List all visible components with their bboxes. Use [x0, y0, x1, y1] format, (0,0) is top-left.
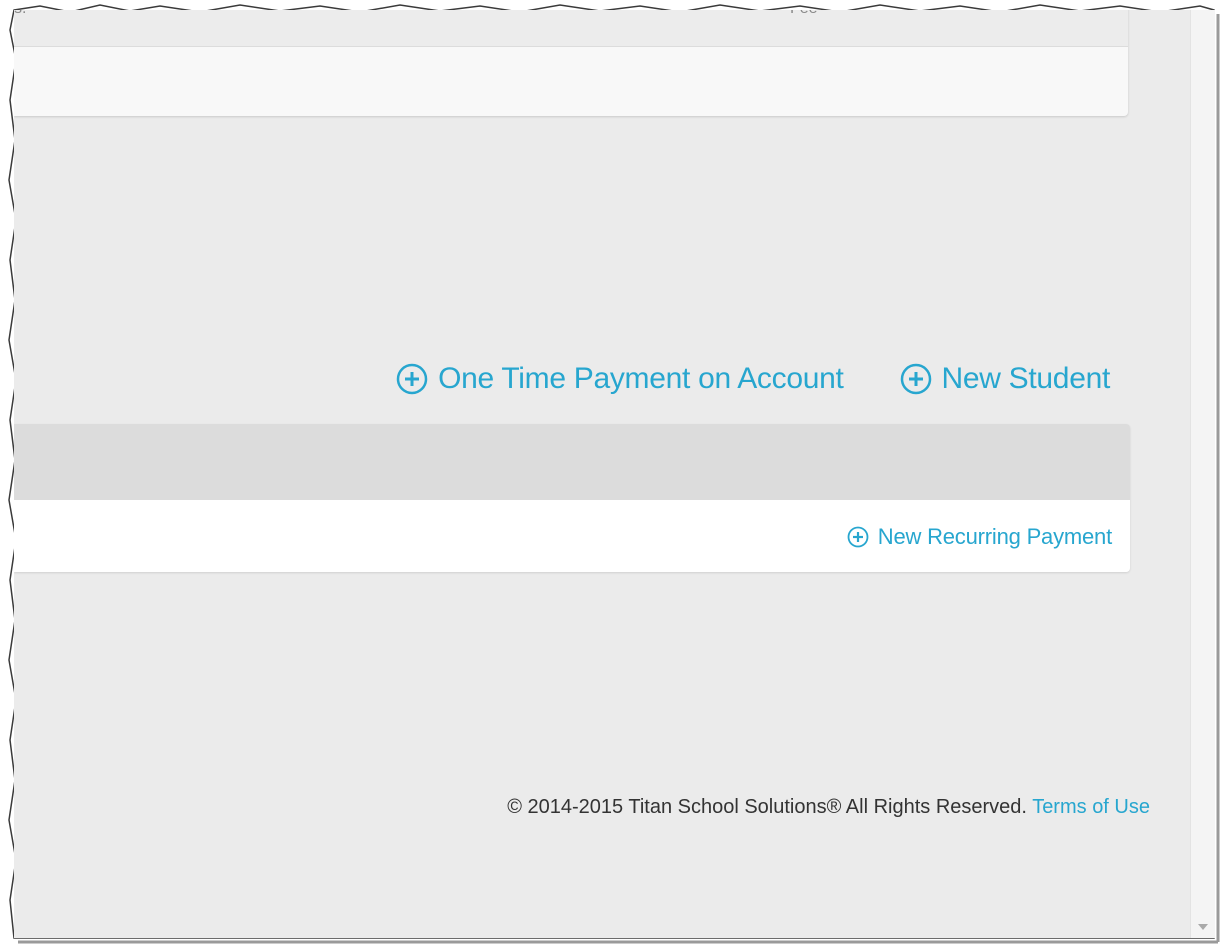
recurring-payments-body: New Recurring Payment	[14, 500, 1130, 572]
terms-of-use-link[interactable]: Terms of Use	[1032, 796, 1150, 818]
copyright-text: © 2014-2015 Titan School Solutions® All …	[507, 796, 1027, 818]
fees-table-header: s. Fee	[14, 10, 1128, 47]
new-recurring-payment-link[interactable]: New Recurring Payment	[847, 524, 1112, 550]
one-time-payment-label: One Time Payment on Account	[438, 362, 844, 395]
new-student-label: New Student	[941, 362, 1111, 395]
new-recurring-payment-label: New Recurring Payment	[877, 524, 1112, 549]
column-header-fee: Fee	[790, 10, 818, 18]
vertical-scrollbar[interactable]	[1190, 10, 1215, 938]
page-footer: © 2014-2015 Titan School Solutions® All …	[507, 796, 1150, 819]
page-content: s. Fee One Time Payment on Account	[14, 10, 1190, 938]
scroll-down-arrow-icon[interactable]	[1198, 924, 1208, 930]
one-time-payment-link[interactable]: One Time Payment on Account	[396, 362, 844, 396]
recurring-payments-header	[14, 424, 1130, 500]
screenshot-frame: s. Fee One Time Payment on Account	[0, 0, 1228, 951]
account-actions: One Time Payment on Account New Student	[396, 362, 1110, 396]
new-student-link[interactable]: New Student	[900, 362, 1110, 396]
circle-plus-icon	[847, 526, 869, 548]
circle-plus-icon	[900, 363, 931, 395]
fees-table-card: s. Fee	[14, 10, 1128, 116]
column-header-partial: s.	[14, 10, 26, 18]
circle-plus-icon	[396, 363, 428, 395]
recurring-payments-card: New Recurring Payment	[14, 424, 1130, 572]
